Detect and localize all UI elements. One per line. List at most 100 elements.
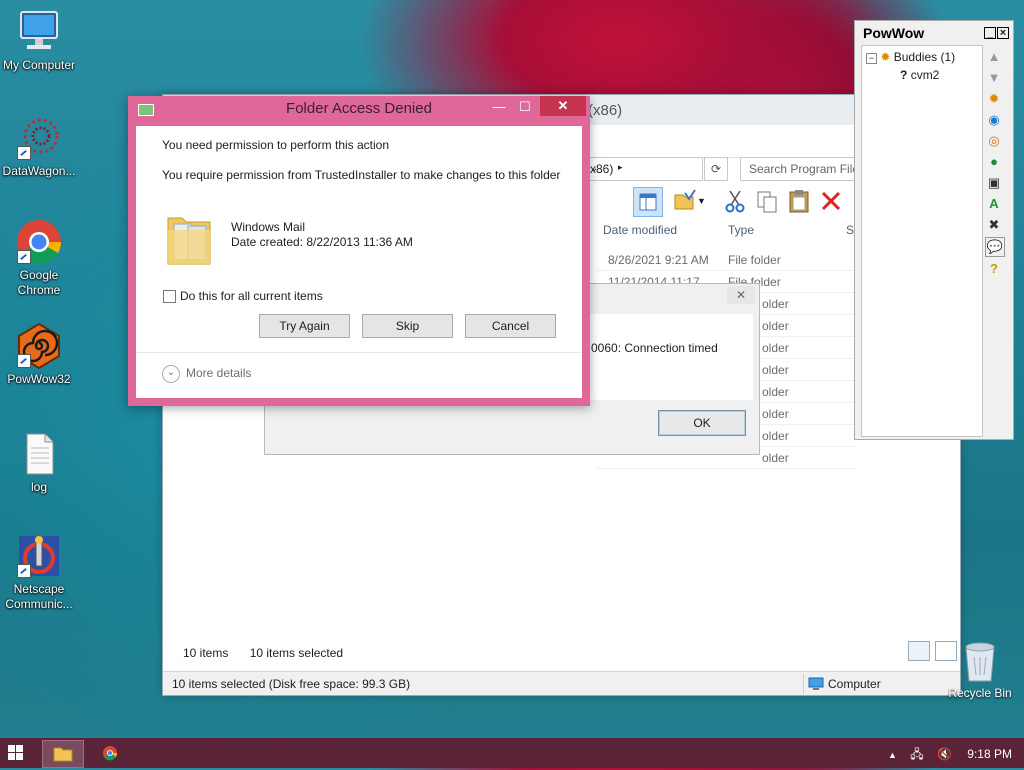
- chat-icon[interactable]: 💬: [985, 237, 1005, 257]
- letter-a-icon[interactable]: A: [985, 195, 1003, 213]
- sun-icon[interactable]: ✹: [985, 90, 1003, 108]
- desktop-icon-netscape[interactable]: Netscape Communic...: [0, 532, 79, 612]
- powwow-window[interactable]: PowWow _ × − ✹ Buddies (1) ? cvm2 ▲ ▼ ✹ ◉…: [854, 20, 1014, 440]
- show-hidden-icons-icon[interactable]: ▲: [888, 750, 897, 760]
- selected-count: 10 items selected: [249, 646, 344, 660]
- delete-icon[interactable]: [817, 187, 845, 215]
- column-size-label: S: [846, 223, 855, 237]
- desktop-icon-label: Netscape Communic...: [5, 582, 73, 611]
- try-again-button[interactable]: Try Again: [259, 314, 350, 338]
- permission-detail: You require permission from TrustedInsta…: [162, 168, 561, 182]
- column-type-label: Type: [728, 223, 755, 237]
- volume-muted-icon[interactable]: 🔇: [937, 747, 952, 761]
- status-location-label: Computer: [828, 677, 881, 691]
- close-button[interactable]: ×: [997, 27, 1009, 39]
- powwow-spiral-icon: [15, 322, 63, 370]
- folder-icon: [166, 204, 212, 266]
- taskbar: ▲ 🖧 🔇 9:18 PM: [0, 738, 1024, 768]
- permission-heading: You need permission to perform this acti…: [162, 138, 390, 152]
- netscape-icon: [15, 532, 63, 580]
- apply-all-label[interactable]: Do this for all current items: [180, 289, 323, 303]
- dialog-body: You need permission to perform this acti…: [136, 126, 582, 398]
- world-icon[interactable]: ●: [985, 153, 1003, 171]
- folder-date-created: Date created: 8/22/2013 11:36 AM: [231, 235, 413, 249]
- status-text: 10 items selected (Disk free space: 99.3…: [172, 677, 411, 691]
- clock[interactable]: 9:18 PM: [967, 747, 1012, 761]
- folder-icon: [53, 747, 73, 762]
- minimize-button[interactable]: _: [984, 27, 996, 39]
- desktop-icon-recycle-bin[interactable]: Recycle Bin: [940, 637, 1020, 700]
- taskbar-chrome[interactable]: [90, 740, 130, 766]
- search-placeholder: Search Program File: [749, 162, 860, 176]
- buddy-group-label: Buddies (1): [893, 50, 956, 64]
- chevron-down-icon[interactable]: ⌄: [590, 163, 698, 174]
- buddy-list: − ✹ Buddies (1) ? cvm2: [861, 45, 983, 437]
- explorer-title: (x86): [588, 102, 623, 119]
- buddy-item[interactable]: ? cvm2: [900, 68, 939, 82]
- minimize-button[interactable]: —: [486, 98, 512, 116]
- status-bar: 10 items selected (Disk free space: 99.3…: [163, 671, 960, 695]
- unknown-status-icon: ?: [900, 68, 908, 82]
- more-details-label: More details: [186, 366, 252, 381]
- details-view-icon[interactable]: [908, 641, 930, 661]
- recycle-bin-label: Recycle Bin: [948, 686, 1012, 700]
- divider: [136, 352, 582, 353]
- folder-access-denied-dialog[interactable]: Folder Access Denied — ☐ ✕ You need perm…: [128, 96, 590, 406]
- desktop-icon-label: PowWow32: [7, 372, 71, 386]
- desktop-icon-google-chrome[interactable]: Google Chrome: [0, 218, 79, 298]
- computer-icon: [15, 8, 63, 56]
- shortcut-arrow-icon: [17, 564, 31, 578]
- maximize-button[interactable]: ☐: [512, 98, 538, 116]
- copy-icon[interactable]: [753, 187, 781, 215]
- cut-icon[interactable]: [721, 187, 749, 215]
- properties-folder-icon[interactable]: [671, 187, 699, 215]
- network-icon[interactable]: 🖧: [910, 747, 923, 761]
- desktop-icon-datawagon[interactable]: DataWagon...: [0, 114, 79, 179]
- chrome-icon: [15, 218, 63, 266]
- close-icon[interactable]: ✕: [727, 286, 755, 304]
- scroll-up-icon[interactable]: ▲: [985, 48, 1003, 66]
- folder-name: Windows Mail: [231, 220, 306, 234]
- chevron-down-icon: ⌄: [162, 365, 180, 383]
- paste-icon[interactable]: [785, 187, 813, 215]
- text-file-icon: [15, 430, 63, 478]
- tools-icon[interactable]: ✖: [985, 216, 1003, 234]
- more-details-toggle[interactable]: ⌄ More details: [162, 365, 251, 383]
- preview-pane-button[interactable]: [633, 187, 663, 217]
- desktop-icon-log[interactable]: log: [0, 430, 79, 495]
- recycle-bin-icon: [965, 642, 995, 682]
- collapse-icon[interactable]: −: [866, 53, 877, 64]
- item-count: 10 items: [183, 646, 229, 660]
- buddies-sun-icon: ✹: [880, 50, 891, 64]
- address-bar[interactable]: x86) ▸ ⌄: [585, 157, 703, 181]
- column-header-date-modified[interactable]: Date modified: [603, 219, 723, 241]
- buddy-name: cvm2: [910, 68, 940, 82]
- globe-icon[interactable]: ◉: [985, 111, 1003, 129]
- skip-button[interactable]: Skip: [362, 314, 453, 338]
- ok-button[interactable]: OK: [658, 410, 746, 436]
- item-counts: 10 items 10 items selected: [183, 646, 361, 660]
- help-icon[interactable]: ?: [985, 260, 1003, 278]
- windows-start-icon[interactable]: [8, 745, 24, 761]
- window-icon[interactable]: ▣: [985, 174, 1003, 192]
- desktop-icon-powwow32[interactable]: PowWow32: [0, 322, 79, 387]
- buddy-group[interactable]: − ✹ Buddies (1): [866, 50, 955, 64]
- computer-icon: [808, 677, 824, 690]
- table-row[interactable]: 8/26/2021 9:21 AM File folder: [596, 249, 856, 271]
- powwow-toolbar: ▲ ▼ ✹ ◉ ◎ ● ▣ A ✖ 💬 ?: [983, 45, 1007, 281]
- close-button[interactable]: ✕: [540, 96, 586, 116]
- shortcut-arrow-icon: [17, 354, 31, 368]
- desktop-icon-my-computer[interactable]: My Computer: [0, 8, 79, 73]
- spiral-icon[interactable]: ◎: [985, 132, 1003, 150]
- error-message: 0060: Connection timed: [591, 341, 718, 355]
- column-header-type[interactable]: Type: [728, 219, 843, 241]
- desktop-icon-label: log: [30, 480, 47, 494]
- cancel-button[interactable]: Cancel: [465, 314, 556, 338]
- scroll-down-icon[interactable]: ▼: [985, 69, 1003, 87]
- refresh-button[interactable]: ⟳: [704, 157, 728, 181]
- column-date-label: Date modified: [603, 223, 678, 237]
- dropdown-arrow-icon[interactable]: ▼: [697, 187, 711, 215]
- taskbar-file-explorer[interactable]: [42, 740, 84, 768]
- system-tray: ▲ 🖧 🔇 9:18 PM: [888, 745, 1012, 766]
- apply-all-checkbox[interactable]: [163, 290, 176, 303]
